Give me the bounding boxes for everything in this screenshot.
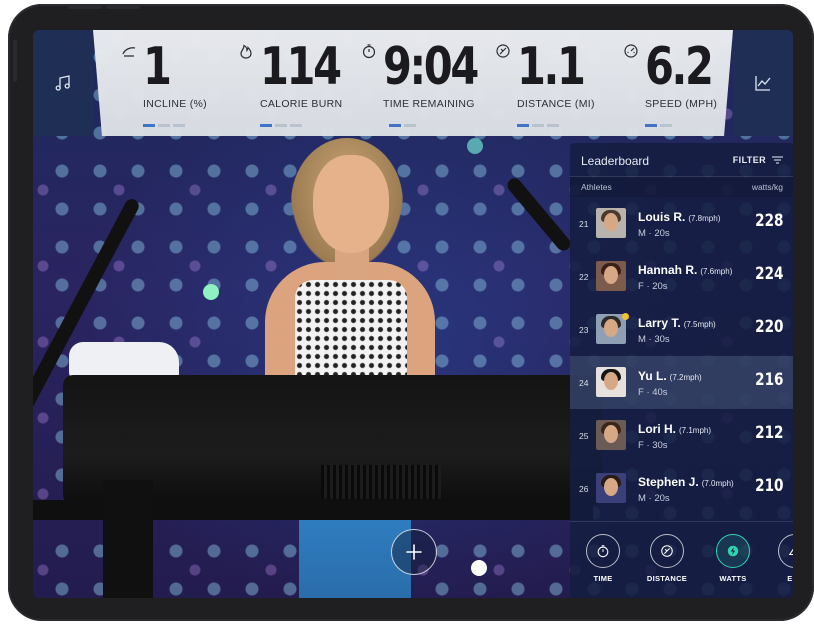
avatar[interactable] xyxy=(596,208,626,238)
chart-icon xyxy=(755,76,771,91)
athlete-name: Stephen J. (7.0mph) xyxy=(638,475,734,489)
rank: 21 xyxy=(579,219,589,229)
time-label: TIME REMAINING xyxy=(383,98,475,110)
leaderboard-title: Leaderboard xyxy=(581,154,650,168)
stats-tab[interactable] xyxy=(733,30,793,136)
rank: 24 xyxy=(579,378,589,388)
online-indicator xyxy=(622,313,629,320)
workout-screen: 1 INCLINE (%) 114 CALORIE BURN 9:04 TIME… xyxy=(33,30,793,598)
metric-column-header: watts/kg xyxy=(751,182,783,192)
filter-icon[interactable] xyxy=(772,156,783,164)
leaderboard-row[interactable]: 26 Stephen J. (7.0mph) M · 20s 210 xyxy=(570,462,793,515)
metric-calorie: 114 CALORIE BURN xyxy=(238,30,348,136)
rank: 23 xyxy=(579,325,589,335)
incline-pager[interactable] xyxy=(143,124,185,127)
athlete-meta: F · 30s xyxy=(638,440,668,451)
mode-time-button[interactable]: TIME xyxy=(578,534,628,583)
calorie-pager[interactable] xyxy=(260,124,302,127)
athlete-score: 228 xyxy=(754,211,783,231)
plus-icon xyxy=(406,544,422,560)
athlete-name: Yu L. (7.2mph) xyxy=(638,369,702,383)
rank: 22 xyxy=(579,272,589,282)
speed-label: SPEED (MPH) xyxy=(645,98,718,110)
athlete-name: Lori H. (7.1mph) xyxy=(638,422,712,436)
mode-distance-button[interactable]: DISTANCE xyxy=(642,534,692,583)
leaderboard-mode-selector: TIME DISTANCE WATTS E xyxy=(570,521,793,598)
leaderboard-row[interactable]: 21 Louis R. (7.8mph) M · 20s 228 xyxy=(570,197,793,250)
mode-watts-label: WATTS xyxy=(719,574,747,583)
metric-incline: 1 INCLINE (%) xyxy=(121,30,231,136)
music-tab[interactable] xyxy=(33,30,93,136)
speed-pager[interactable] xyxy=(645,124,672,127)
athlete-score: 224 xyxy=(754,264,783,284)
distance-icon xyxy=(496,44,510,58)
athlete-score: 220 xyxy=(754,317,783,337)
incline-value: 1 xyxy=(143,37,172,97)
distance-value: 1.1 xyxy=(517,37,586,97)
speed-value: 6.2 xyxy=(645,37,714,97)
flame-icon xyxy=(240,44,252,59)
time-pager[interactable] xyxy=(389,124,416,127)
leaderboard-header: Leaderboard FILTER xyxy=(570,143,793,177)
distance-pager[interactable] xyxy=(517,124,559,127)
time-value: 9:04 xyxy=(383,37,479,97)
volume-button xyxy=(68,5,102,9)
athlete-meta: M · 20s xyxy=(638,228,670,239)
timer-icon xyxy=(362,44,376,59)
athlete-name: Hannah R. (7.6mph) xyxy=(638,263,733,277)
avatar[interactable] xyxy=(596,420,626,450)
avatar[interactable] xyxy=(596,261,626,291)
athlete-meta: M · 20s xyxy=(638,493,670,504)
athlete-meta: M · 30s xyxy=(638,334,670,345)
athlete-score: 210 xyxy=(754,476,783,496)
rank: 25 xyxy=(579,431,589,441)
side-button xyxy=(13,40,17,82)
leaderboard-row[interactable]: 23 Larry T. (7.5mph) M · 30s 220 xyxy=(570,303,793,356)
elevation-icon xyxy=(788,548,793,556)
calorie-label: CALORIE BURN xyxy=(260,98,343,110)
athlete-name: Larry T. (7.5mph) xyxy=(638,316,716,330)
calorie-value: 114 xyxy=(260,37,342,97)
incline-icon xyxy=(122,47,136,57)
leaderboard-row[interactable]: 25 Lori H. (7.1mph) F · 30s 212 xyxy=(570,409,793,462)
athletes-column-header: Athletes xyxy=(581,182,612,192)
timer-icon xyxy=(597,545,609,558)
metric-distance: 1.1 DISTANCE (MI) xyxy=(495,30,605,136)
instructor xyxy=(243,130,493,598)
avatar[interactable] xyxy=(596,473,626,503)
metric-speed: 6.2 SPEED (MPH) xyxy=(623,30,733,136)
rank: 26 xyxy=(579,484,589,494)
bolt-icon xyxy=(727,545,739,557)
speedometer-icon xyxy=(624,44,638,58)
distance-icon xyxy=(661,545,673,557)
mode-elevation-button[interactable]: ELE xyxy=(770,534,793,583)
add-button[interactable] xyxy=(391,529,437,575)
athlete-score: 216 xyxy=(754,370,783,390)
incline-label: INCLINE (%) xyxy=(143,98,207,110)
leaderboard-columns: Athletes watts/kg xyxy=(570,177,793,197)
athlete-meta: F · 40s xyxy=(638,387,668,398)
mode-watts-button[interactable]: WATTS xyxy=(708,534,758,583)
power-button xyxy=(106,5,140,9)
mode-elevation-label: ELE xyxy=(787,574,793,583)
metrics-bar: 1 INCLINE (%) 114 CALORIE BURN 9:04 TIME… xyxy=(93,30,733,136)
metric-time: 9:04 TIME REMAINING xyxy=(361,30,491,136)
athlete-score: 212 xyxy=(754,423,783,443)
filter-button[interactable]: FILTER xyxy=(733,155,766,165)
leaderboard-row[interactable]: 22 Hannah R. (7.6mph) F · 20s 224 xyxy=(570,250,793,303)
avatar[interactable] xyxy=(596,314,626,344)
athlete-meta: F · 20s xyxy=(638,281,668,292)
leaderboard-panel: Leaderboard FILTER Athletes watts/kg 21 … xyxy=(570,143,793,598)
distance-label: DISTANCE (MI) xyxy=(517,98,595,110)
athlete-name: Louis R. (7.8mph) xyxy=(638,210,721,224)
leaderboard-row-current-user[interactable]: 24 Yu L. (7.2mph) F · 40s 216 xyxy=(570,356,793,409)
mode-time-label: TIME xyxy=(593,574,613,583)
mode-distance-label: DISTANCE xyxy=(646,574,688,583)
avatar[interactable] xyxy=(596,367,626,397)
music-note-icon xyxy=(55,75,70,91)
